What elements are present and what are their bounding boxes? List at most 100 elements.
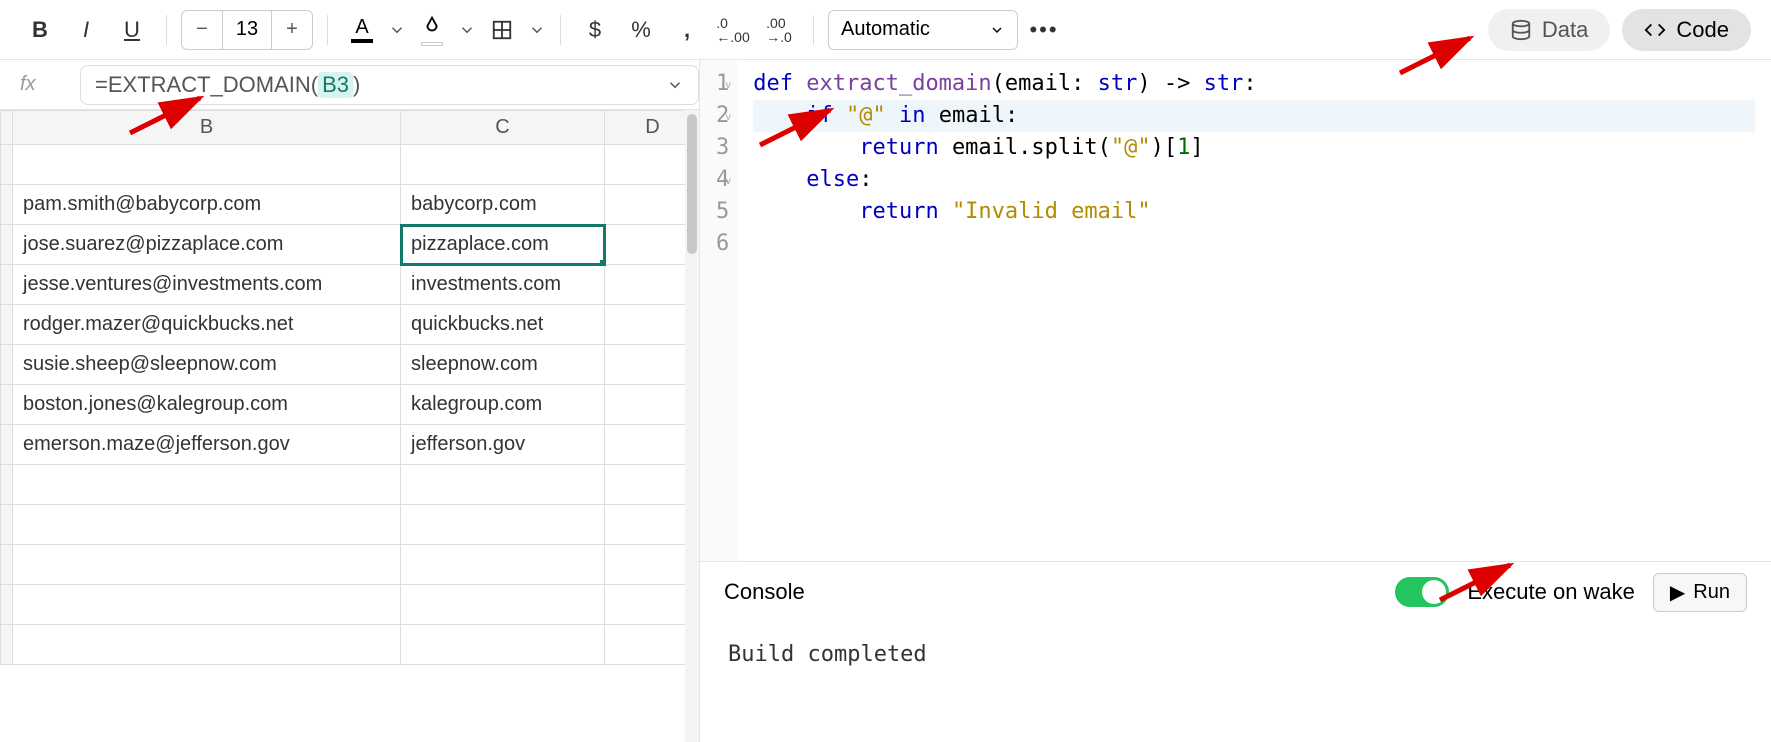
line-number[interactable]: 5 bbox=[716, 196, 729, 228]
line-number[interactable]: 1v bbox=[716, 68, 729, 100]
number-format-select[interactable]: Automatic bbox=[828, 10, 1018, 50]
row-header[interactable] bbox=[1, 465, 13, 505]
row-header[interactable] bbox=[1, 305, 13, 345]
fold-icon[interactable]: v bbox=[725, 166, 731, 198]
row-header[interactable] bbox=[1, 185, 13, 225]
code-editor[interactable]: 1v2v34v56 def extract_domain(email: str)… bbox=[700, 60, 1771, 562]
font-size-increase[interactable]: + bbox=[272, 11, 312, 49]
font-size-decrease[interactable]: − bbox=[182, 11, 222, 49]
col-header-B[interactable]: B bbox=[13, 111, 401, 145]
cell[interactable]: emerson.maze@jefferson.gov bbox=[13, 425, 401, 465]
cell[interactable]: pizzaplace.com bbox=[401, 225, 605, 265]
col-header-C[interactable]: C bbox=[401, 111, 605, 145]
play-icon: ▶ bbox=[1670, 580, 1685, 605]
code-line[interactable]: def extract_domain(email: str) -> str: bbox=[753, 68, 1755, 100]
formula-input[interactable]: =EXTRACT_DOMAIN(B3) bbox=[80, 65, 699, 105]
row-header[interactable] bbox=[1, 625, 13, 665]
cell[interactable] bbox=[401, 465, 605, 505]
execute-on-wake-toggle[interactable] bbox=[1395, 577, 1449, 607]
row-header[interactable] bbox=[1, 385, 13, 425]
underline-button[interactable]: U bbox=[112, 10, 152, 50]
fill-color-button[interactable] bbox=[412, 10, 452, 50]
code-line[interactable]: if "@" in email: bbox=[753, 100, 1755, 132]
cell[interactable] bbox=[13, 145, 401, 185]
cell[interactable] bbox=[401, 625, 605, 665]
fold-icon[interactable]: v bbox=[725, 102, 731, 134]
formula-expand-icon[interactable] bbox=[666, 76, 684, 94]
cell[interactable]: babycorp.com bbox=[401, 185, 605, 225]
code-line[interactable] bbox=[753, 228, 1755, 260]
row-header[interactable] bbox=[1, 345, 13, 385]
data-tab-label: Data bbox=[1542, 17, 1588, 43]
decrease-decimal-button[interactable]: .0←.00 bbox=[713, 10, 753, 50]
database-icon bbox=[1510, 19, 1532, 41]
text-color-dropdown[interactable] bbox=[388, 19, 406, 41]
text-color-button[interactable]: A bbox=[342, 10, 382, 50]
cell[interactable] bbox=[401, 545, 605, 585]
increase-decimal-button[interactable]: .00→.0 bbox=[759, 10, 799, 50]
scrollbar-thumb[interactable] bbox=[687, 114, 697, 254]
code-icon bbox=[1644, 19, 1666, 41]
cell[interactable]: rodger.mazer@quickbucks.net bbox=[13, 305, 401, 345]
spreadsheet-grid[interactable]: B C D pam.smith@babycorp.combabycorp.com… bbox=[0, 110, 699, 742]
line-number[interactable]: 4v bbox=[716, 164, 729, 196]
bold-button[interactable]: B bbox=[20, 10, 60, 50]
cell[interactable]: jesse.ventures@investments.com bbox=[13, 265, 401, 305]
cell[interactable] bbox=[13, 505, 401, 545]
font-size-value[interactable]: 13 bbox=[222, 11, 272, 49]
cell[interactable]: jefferson.gov bbox=[401, 425, 605, 465]
cell[interactable]: pam.smith@babycorp.com bbox=[13, 185, 401, 225]
cell[interactable]: kalegroup.com bbox=[401, 385, 605, 425]
separator bbox=[560, 15, 561, 45]
cell[interactable]: sleepnow.com bbox=[401, 345, 605, 385]
row-header[interactable] bbox=[1, 225, 13, 265]
cell[interactable]: susie.sheep@sleepnow.com bbox=[13, 345, 401, 385]
corner-cell[interactable] bbox=[1, 111, 13, 145]
cell[interactable] bbox=[401, 505, 605, 545]
data-tab[interactable]: Data bbox=[1488, 9, 1610, 51]
borders-dropdown[interactable] bbox=[528, 19, 546, 41]
italic-button[interactable]: I bbox=[66, 10, 106, 50]
line-number[interactable]: 2v bbox=[716, 100, 729, 132]
row-header[interactable] bbox=[1, 265, 13, 305]
line-number[interactable]: 6 bbox=[716, 228, 729, 260]
borders-button[interactable] bbox=[482, 10, 522, 50]
cell[interactable] bbox=[401, 585, 605, 625]
row-header[interactable] bbox=[1, 145, 13, 185]
cell[interactable] bbox=[13, 545, 401, 585]
comma-button[interactable]: , bbox=[667, 10, 707, 50]
cell[interactable]: quickbucks.net bbox=[401, 305, 605, 345]
currency-button[interactable]: $ bbox=[575, 10, 615, 50]
cell[interactable]: investments.com bbox=[401, 265, 605, 305]
chevron-down-icon bbox=[989, 22, 1005, 38]
separator bbox=[813, 15, 814, 45]
console-output: Build completed bbox=[700, 622, 1771, 742]
number-format-label: Automatic bbox=[841, 18, 930, 41]
toolbar: B I U − 13 + A $ % , .0←.00 .00→.0 Autom… bbox=[0, 0, 1771, 60]
row-header[interactable] bbox=[1, 425, 13, 465]
code-line[interactable]: else: bbox=[753, 164, 1755, 196]
code-line[interactable]: return email.split("@")[1] bbox=[753, 132, 1755, 164]
cell[interactable]: boston.jones@kalegroup.com bbox=[13, 385, 401, 425]
cell[interactable]: jose.suarez@pizzaplace.com bbox=[13, 225, 401, 265]
line-number[interactable]: 3 bbox=[716, 132, 729, 164]
run-button[interactable]: ▶ Run bbox=[1653, 573, 1747, 612]
cell[interactable] bbox=[13, 465, 401, 505]
vertical-scrollbar[interactable] bbox=[685, 110, 699, 742]
row-header[interactable] bbox=[1, 545, 13, 585]
cell[interactable] bbox=[13, 585, 401, 625]
fill-color-dropdown[interactable] bbox=[458, 19, 476, 41]
cell[interactable] bbox=[13, 625, 401, 665]
code-tab[interactable]: Code bbox=[1622, 9, 1751, 51]
code-line[interactable]: return "Invalid email" bbox=[753, 196, 1755, 228]
row-header[interactable] bbox=[1, 585, 13, 625]
fold-icon[interactable]: v bbox=[725, 70, 731, 102]
separator bbox=[166, 15, 167, 45]
formula-bar: fx =EXTRACT_DOMAIN(B3) bbox=[0, 60, 699, 110]
more-button[interactable]: ••• bbox=[1024, 10, 1064, 50]
row-header[interactable] bbox=[1, 505, 13, 545]
formula-ref: B3 bbox=[318, 72, 353, 98]
percent-button[interactable]: % bbox=[621, 10, 661, 50]
execute-on-wake-label: Execute on wake bbox=[1467, 579, 1635, 605]
cell[interactable] bbox=[401, 145, 605, 185]
